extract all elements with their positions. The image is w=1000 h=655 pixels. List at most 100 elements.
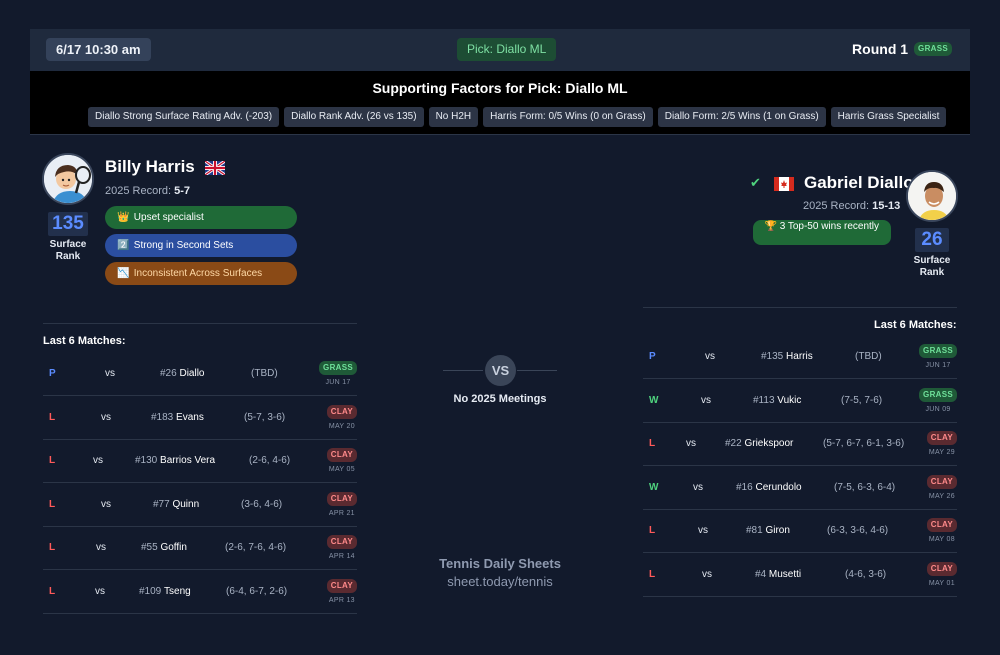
match-surface: CLAY MAY 20	[326, 396, 357, 439]
left-player-name: Billy Harris	[105, 157, 195, 176]
left-player-avatar	[42, 153, 94, 205]
chart-icon: 📉	[117, 268, 130, 279]
factor-chip: Diallo Form: 2/5 Wins (1 on Grass)	[657, 107, 826, 127]
match-score: (2-6, 7-6, 4-6)	[225, 542, 287, 554]
opponent-name: Barrios Vera	[160, 455, 216, 467]
opponent-rank: #183	[151, 411, 174, 423]
factor-chip: Diallo Strong Surface Rating Adv. (-203)	[88, 107, 280, 127]
right-tag-top50: 🏆 3 Top-50 wins recently	[753, 220, 891, 245]
match-surface: GRASS JUN 17	[919, 335, 957, 378]
divider	[517, 370, 557, 371]
match-opponent: #55 Goffin	[141, 526, 187, 569]
match-result: W	[649, 394, 659, 406]
right-matches-title: Last 6 Matches:	[874, 319, 957, 331]
match-row: Wvs #16 Cerundolo (7-5, 6-3, 6-4) CLAY MAY 2…	[643, 466, 957, 510]
opponent-rank: #16	[736, 481, 753, 493]
right-player-avatar	[906, 170, 958, 222]
brand-url[interactable]: sheet.today/tennis	[400, 574, 600, 589]
match-result: L	[649, 438, 656, 450]
surface-badge: CLAY	[326, 448, 357, 463]
canada-flag-icon	[774, 176, 794, 191]
surface-badge: CLAY	[326, 579, 357, 593]
opponent-name: Tseng	[164, 586, 191, 597]
match-result: L	[49, 542, 56, 554]
match-vs: vs	[105, 368, 115, 379]
match-vs: vs	[95, 586, 105, 597]
match-date: JUN 17	[325, 379, 351, 386]
header-bar: 6/17 10:30 am Pick: Diallo ML Round 1 GR…	[30, 29, 970, 71]
match-row: Lvs #130 Barrios Vera (2-6, 4-6) CLAY MAY 05	[43, 439, 357, 484]
opponent-name: Musetti	[768, 569, 802, 580]
opponent-name: Cerundolo	[755, 481, 802, 493]
match-row: Wvs #113 Vukic (7-5, 7-6) GRASS JUN 09	[643, 379, 957, 423]
surface-badge: CLAY	[926, 474, 957, 489]
match-row: Lvs #183 Evans (5-7, 3-6) CLAY MAY 20	[43, 396, 357, 440]
left-record-value: 5-7	[174, 185, 191, 197]
match-date: MAY 01	[928, 580, 955, 587]
opponent-rank: #55	[141, 542, 158, 554]
match-opponent: #22 Griekspoor	[725, 422, 793, 465]
match-row: Lvs #109 Tseng (6-4, 6-7, 2-6) CLAY APR 13	[43, 570, 357, 614]
match-vs: vs	[693, 481, 703, 493]
match-score: (7-5, 6-3, 6-4)	[834, 481, 896, 493]
supporting-factors: Supporting Factors for Pick: Diallo ML D…	[30, 71, 970, 135]
opponent-rank: #130	[135, 455, 158, 467]
match-score: (6-3, 3-6, 4-6)	[827, 525, 889, 537]
match-score: (2-6, 4-6)	[249, 455, 291, 467]
opponent-name: Quinn	[172, 498, 200, 510]
match-date: MAY 20	[328, 422, 355, 430]
match-result: L	[49, 586, 56, 597]
match-vs: vs	[702, 569, 712, 580]
match-vs: vs	[705, 351, 715, 362]
brand-name: Tennis Daily Sheets	[439, 556, 561, 571]
surface-badge: GRASS	[919, 387, 957, 402]
brand-footer: Tennis Daily Sheets sheet.today/tennis	[400, 556, 600, 589]
match-score: (3-6, 4-6)	[241, 498, 283, 510]
left-record: 2025 Record: 5-7	[105, 185, 190, 197]
match-date: MAY 05	[328, 466, 355, 474]
match-row: Lvs #22 Griekspoor (5-7, 6-7, 6-1, 3-6) CLA…	[643, 422, 957, 467]
match-surface: CLAY MAY 26	[926, 466, 957, 509]
match-row: Pvs #26 Diallo (TBD) GRASS JUN 17	[43, 352, 357, 396]
right-surface-rank-label: Surface Rank	[913, 255, 951, 278]
match-date: APR 21	[328, 509, 355, 517]
match-opponent: #109 Tseng	[139, 570, 191, 613]
match-opponent: #130 Barrios Vera	[135, 439, 215, 482]
surface-badge: CLAY	[326, 404, 357, 419]
opponent-name: Goffin	[160, 542, 187, 554]
factor-chips: Diallo Strong Surface Rating Adv. (-203)…	[88, 107, 947, 127]
match-result: L	[49, 455, 56, 467]
match-vs: vs	[93, 455, 103, 467]
match-score: (7-5, 7-6)	[841, 394, 883, 406]
surface-badge: GRASS	[319, 361, 357, 375]
opponent-rank: #113	[753, 394, 775, 406]
tag-text: Strong in Second Sets	[133, 240, 234, 251]
surface-badge: GRASS	[914, 42, 952, 56]
factor-chip: No H2H	[428, 107, 479, 127]
match-score: (5-7, 3-6)	[244, 411, 286, 423]
match-vs: vs	[686, 438, 696, 450]
surface-badge: CLAY	[926, 562, 957, 576]
opponent-name: Evans	[176, 411, 204, 423]
h2h-text: No 2025 Meetings	[453, 393, 547, 405]
match-surface: CLAY MAY 05	[326, 439, 357, 482]
surface-badge: CLAY	[326, 491, 357, 506]
factor-chip: Harris Grass Specialist	[830, 107, 947, 127]
match-row: Lvs #77 Quinn (3-6, 4-6) CLAY APR 21	[43, 483, 357, 527]
match-result: L	[649, 525, 656, 537]
surface-badge: CLAY	[326, 535, 357, 550]
factors-title: Supporting Factors for Pick: Diallo ML	[372, 80, 628, 96]
match-date: MAY 26	[928, 492, 955, 500]
match-opponent: #183 Evans	[151, 396, 204, 439]
match-vs: vs	[101, 411, 111, 423]
match-date: APR 13	[328, 597, 355, 604]
opponent-name: Harris	[786, 351, 813, 362]
match-datetime: 6/17 10:30 am	[46, 38, 151, 61]
match-vs: vs	[701, 394, 711, 406]
match-vs: vs	[698, 525, 708, 537]
right-record-label: 2025 Record:	[803, 200, 870, 212]
uk-flag-icon	[203, 159, 226, 177]
match-surface: CLAY MAY 01	[926, 553, 957, 596]
match-result: L	[49, 411, 56, 423]
match-opponent: #135 Harris	[761, 335, 813, 378]
